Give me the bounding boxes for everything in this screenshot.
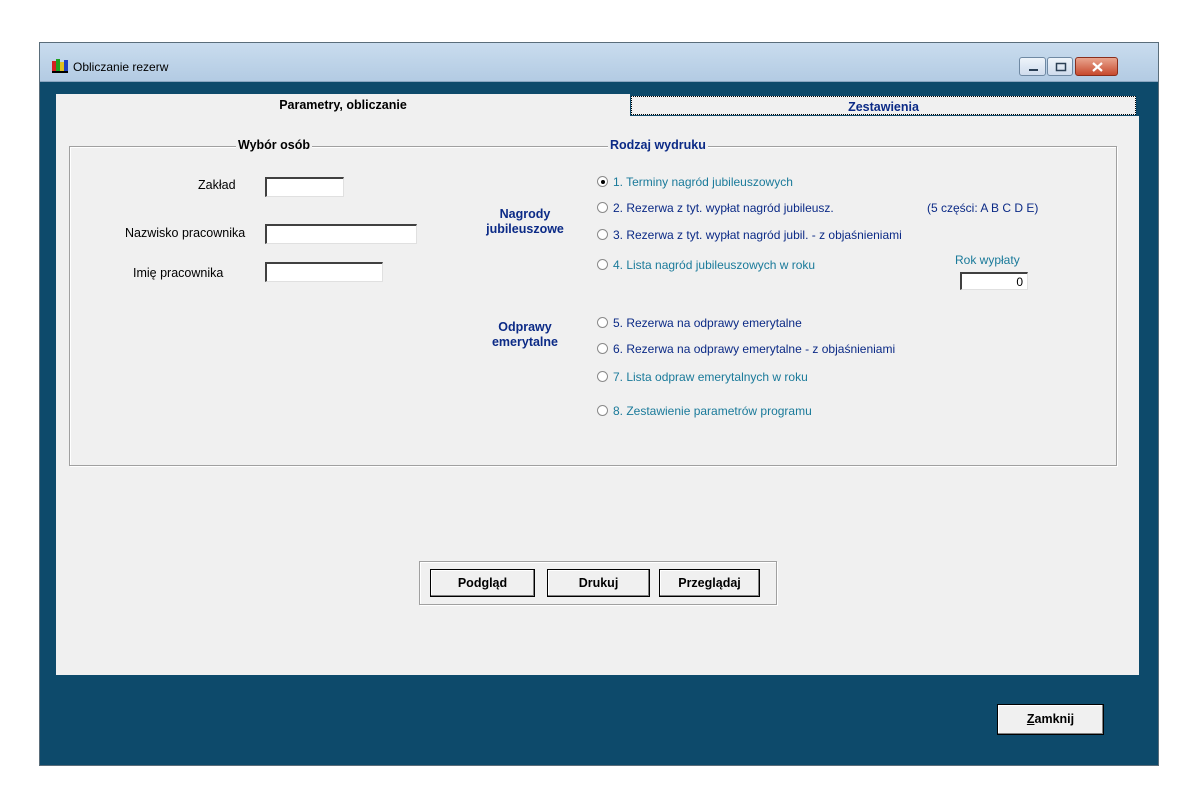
firstname-input[interactable] bbox=[265, 262, 383, 282]
payment-year-label: Rok wypłaty bbox=[955, 253, 1020, 267]
radio-unchecked[interactable] bbox=[597, 343, 608, 354]
radio-unchecked[interactable] bbox=[597, 371, 608, 382]
radio-option-label: 8. Zestawienie parametrów programu bbox=[613, 404, 812, 418]
close-button-mnemonic: Z bbox=[1026, 712, 1035, 726]
minimize-button[interactable] bbox=[1019, 57, 1046, 76]
browse-button[interactable]: Przeglądaj bbox=[659, 569, 760, 597]
payment-year-input[interactable]: 0 bbox=[960, 272, 1028, 290]
tab-strip: Parametry, obliczanie Zestawienia bbox=[56, 94, 1139, 116]
main-window: Obliczanie rezerw Parametry, obliczanie … bbox=[39, 42, 1159, 766]
radio-option-label: 2. Rezerwa z tyt. wypłat nagród jubileus… bbox=[613, 201, 834, 215]
app-icon bbox=[52, 59, 68, 73]
surname-label: Nazwisko pracownika bbox=[125, 226, 246, 240]
radio-option-label: 3. Rezerwa z tyt. wypłat nagród jubil. -… bbox=[613, 228, 902, 242]
title-bar[interactable]: Obliczanie rezerw bbox=[40, 43, 1158, 82]
window-title: Obliczanie rezerw bbox=[73, 60, 169, 74]
preview-button[interactable]: Podgląd bbox=[430, 569, 535, 597]
close-button[interactable]: Zamknij bbox=[997, 704, 1104, 735]
surname-input[interactable] bbox=[265, 224, 417, 244]
radio-unchecked[interactable] bbox=[597, 229, 608, 240]
department-input[interactable] bbox=[265, 177, 344, 197]
radio-unchecked[interactable] bbox=[597, 259, 608, 270]
radio-unchecked[interactable] bbox=[597, 405, 608, 416]
department-label: Zakład bbox=[198, 178, 236, 192]
maximize-icon bbox=[1055, 62, 1067, 72]
close-icon bbox=[1092, 62, 1103, 72]
retirement-severance-label: Odprawy emerytalne bbox=[491, 320, 558, 349]
options-group: Wybór osób Rodzaj wydruku Zakład Nazwisk… bbox=[69, 138, 1117, 466]
tab-summaries[interactable]: Zestawienia bbox=[631, 96, 1136, 115]
close-window-button[interactable] bbox=[1075, 57, 1118, 76]
selection-legend: Wybór osób bbox=[236, 138, 312, 152]
radio-option-label: 5. Rezerwa na odprawy emerytalne bbox=[613, 316, 802, 330]
action-button-group: Podgląd Drukuj Przeglądaj bbox=[419, 561, 777, 605]
tab-parameters[interactable]: Parametry, obliczanie bbox=[56, 94, 630, 116]
radio-unchecked[interactable] bbox=[597, 202, 608, 213]
minimize-icon bbox=[1029, 69, 1038, 71]
radio-option-label: 1. Terminy nagród jubileuszowych bbox=[613, 175, 793, 189]
parts-note: (5 części: A B C D E) bbox=[927, 201, 1039, 215]
radio-unchecked[interactable] bbox=[597, 317, 608, 328]
radio-checked[interactable] bbox=[597, 176, 608, 187]
radio-option-label: 4. Lista nagród jubileuszowych w roku bbox=[613, 258, 816, 272]
maximize-button[interactable] bbox=[1047, 57, 1073, 76]
printout-type-legend: Rodzaj wydruku bbox=[608, 138, 708, 152]
radio-option-label: 7. Lista odpraw emerytalnych w roku bbox=[613, 370, 808, 384]
jubilee-awards-label: Nagrody jubileuszowe bbox=[486, 207, 564, 236]
radio-option-label: 6. Rezerwa na odprawy emerytalne - z obj… bbox=[613, 342, 896, 356]
print-button[interactable]: Drukuj bbox=[547, 569, 650, 597]
firstname-label: Imię pracownika bbox=[133, 266, 224, 280]
close-button-label: amknij bbox=[1034, 712, 1075, 726]
tab-content: Wybór osób Rodzaj wydruku Zakład Nazwisk… bbox=[56, 116, 1139, 675]
